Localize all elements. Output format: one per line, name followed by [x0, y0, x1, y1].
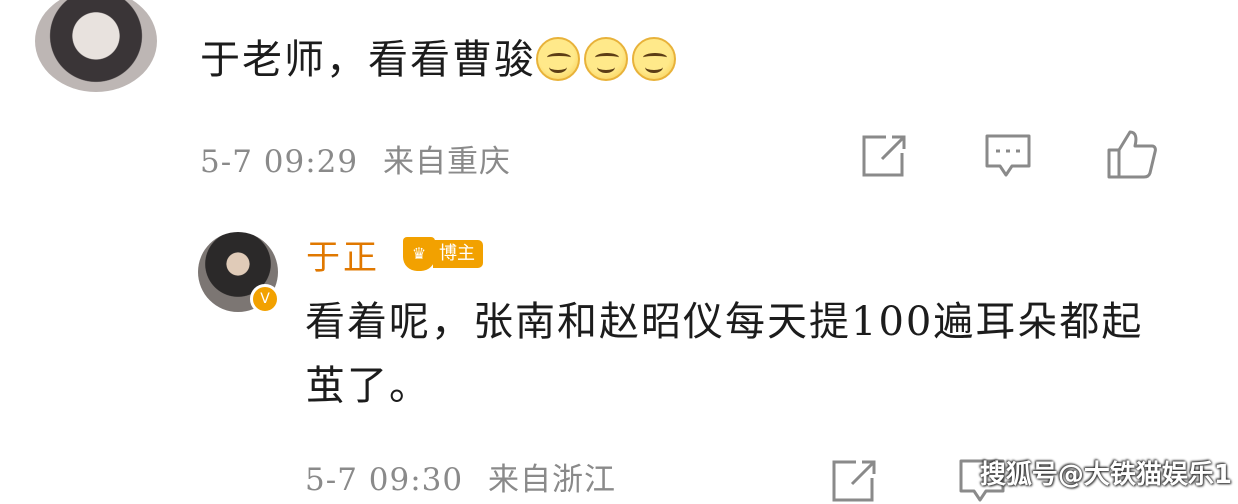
reply-text: 看着呢，张南和赵昭仪每天提100遍耳朵都起茧了。: [305, 299, 1144, 409]
comment-text: 于老师，看看曹骏: [200, 37, 536, 83]
comment-location: 来自重庆: [382, 144, 511, 180]
blogger-badge-label: 博主: [433, 240, 483, 268]
comment-meta: 5-7 09:29 来自重庆: [200, 136, 511, 181]
like-icon[interactable]: [1106, 128, 1158, 180]
commenter-avatar[interactable]: [35, 0, 157, 92]
verified-badge-icon: V: [250, 284, 280, 314]
share-icon[interactable]: [860, 133, 908, 179]
reply-author-name[interactable]: 于正: [306, 230, 380, 279]
reply-meta: 5-7 09:30 来自浙江: [305, 454, 616, 499]
reply-time: 5-7 09:30: [305, 462, 464, 498]
share-icon[interactable]: [830, 458, 878, 504]
comment-time: 5-7 09:29: [200, 144, 359, 180]
reply-location: 来自浙江: [487, 462, 616, 498]
watermark: 搜狐号@大铁猫娱乐1: [979, 460, 1232, 490]
crown-icon: ♛: [403, 237, 435, 271]
comment-icon[interactable]: [984, 133, 1032, 179]
comment-body: 于老师，看看曹骏: [200, 30, 680, 90]
smile-emoji-icon: [584, 37, 628, 81]
blogger-badge: ♛ 博主: [403, 236, 483, 272]
smile-emoji-icon: [536, 37, 580, 81]
smile-emoji-icon: [632, 37, 676, 81]
